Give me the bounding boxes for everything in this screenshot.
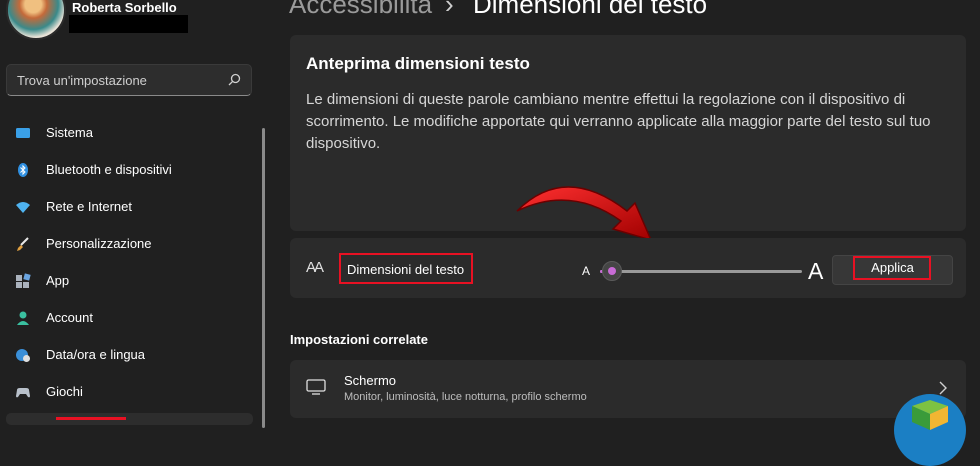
display-settings-link[interactable]: Schermo Monitor, luminosità, luce nottur… (290, 360, 966, 418)
sidebar-item-label: Sistema (46, 125, 93, 140)
user-email-redacted (69, 15, 188, 33)
apply-button[interactable]: Applica (832, 255, 953, 285)
text-size-label: Dimensioni del testo (347, 262, 465, 277)
search-box[interactable]: Trova un'impostazione (6, 64, 252, 96)
sidebar-item-label: Rete e Internet (46, 199, 132, 214)
sidebar-item-bluetooth[interactable]: Bluetooth e dispositivi (6, 153, 254, 187)
bluetooth-icon (18, 163, 28, 177)
sidebar-item-app[interactable]: App (6, 264, 254, 298)
wifi-icon (16, 202, 30, 213)
preview-title: Anteprima dimensioni testo (306, 54, 530, 73)
text-size-slider[interactable] (600, 261, 802, 281)
globe-clock-icon (16, 349, 30, 362)
sidebar-item-label: App (46, 273, 70, 288)
sidebar-item-data-ora[interactable]: Data/ora e lingua (6, 338, 254, 372)
text-size-icon: AA (306, 259, 324, 276)
related-settings-heading: Impostazioni correlate (290, 332, 428, 347)
brush-icon (17, 237, 29, 251)
text-size-label-highlight: Dimensioni del testo (339, 253, 473, 284)
gamepad-icon (16, 388, 30, 398)
sidebar-item-label: Personalizzazione (46, 236, 152, 251)
user-name: Roberta Sorbello (72, 0, 177, 15)
apps-icon (16, 273, 31, 288)
apply-label: Applica (871, 260, 914, 275)
display-title: Schermo (344, 373, 397, 388)
sidebar-item-rete[interactable]: Rete e Internet (6, 190, 254, 224)
preview-text: Le dimensioni di queste parole cambiano … (306, 91, 931, 152)
sidebar-item-label: Bluetooth e dispositivi (46, 162, 172, 177)
page-title: Dimensioni del testo (473, 0, 708, 19)
search-input[interactable]: Trova un'impostazione (17, 73, 147, 88)
sidebar-item-accessibilita[interactable] (6, 413, 253, 425)
sidebar-item-label: Data/ora e lingua (46, 347, 146, 362)
sidebar-item-giochi[interactable]: Giochi (6, 375, 254, 409)
slider-min-label: A (582, 264, 591, 278)
sidebar-item-account[interactable]: Account (6, 301, 254, 335)
slider-max-label: A (808, 258, 824, 284)
sidebar-scrollbar[interactable] (262, 128, 265, 428)
sidebar-item-personalizzazione[interactable]: Personalizzazione (6, 227, 254, 261)
text-size-row: AA Dimensioni del testo A A Applica (290, 238, 966, 298)
avatar[interactable] (6, 0, 66, 40)
search-icon[interactable] (226, 72, 242, 88)
breadcrumb-parent[interactable]: Accessibilità (289, 0, 432, 20)
display-subtitle: Monitor, luminosità, luce notturna, prof… (344, 391, 587, 403)
sidebar-item-sistema[interactable]: Sistema (6, 116, 254, 150)
monitor-icon (306, 379, 326, 395)
sidebar-item-label: Giochi (46, 384, 83, 399)
chevron-right-icon (939, 381, 947, 395)
display-icon (16, 128, 30, 138)
breadcrumb-separator: › (445, 0, 454, 19)
person-icon (17, 311, 29, 325)
slider-thumb[interactable] (602, 261, 623, 281)
watermark-logo (894, 394, 966, 466)
sidebar-item-label: Account (46, 310, 93, 325)
